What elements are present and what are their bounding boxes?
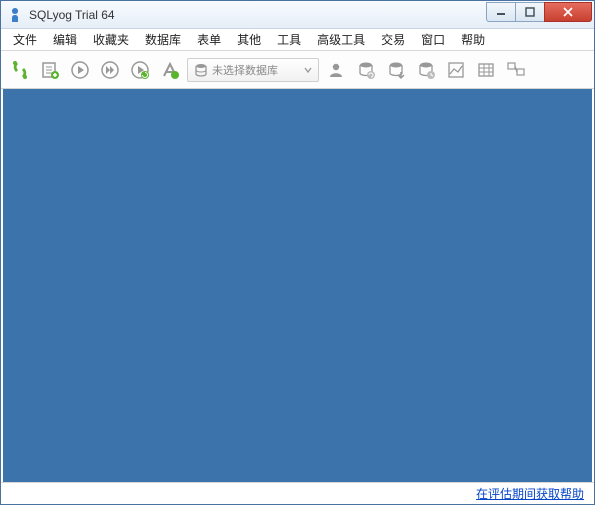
- minimize-button[interactable]: [486, 2, 516, 22]
- close-button[interactable]: [544, 2, 592, 22]
- menu-favorites[interactable]: 收藏夹: [85, 29, 137, 50]
- titlebar: SQLyog Trial 64: [1, 1, 594, 29]
- trial-help-link[interactable]: 在评估期间获取帮助: [476, 485, 584, 502]
- menu-window[interactable]: 窗口: [413, 29, 453, 50]
- execute-all-button[interactable]: [97, 57, 123, 83]
- menu-edit[interactable]: 编辑: [45, 29, 85, 50]
- chevron-down-icon: [304, 66, 312, 74]
- menubar: 文件 编辑 收藏夹 数据库 表单 其他 工具 高级工具 交易 窗口 帮助: [1, 29, 594, 51]
- execute-button[interactable]: [67, 57, 93, 83]
- table-data-button[interactable]: [473, 57, 499, 83]
- database-selector-text: 未选择数据库: [212, 62, 278, 78]
- menu-file[interactable]: 文件: [5, 29, 45, 50]
- menu-other[interactable]: 其他: [229, 29, 269, 50]
- app-icon: [7, 7, 23, 23]
- new-connection-button[interactable]: [7, 57, 33, 83]
- db-schedule-button[interactable]: [413, 57, 439, 83]
- query-builder-button[interactable]: [503, 57, 529, 83]
- database-selector[interactable]: 未选择数据库: [187, 58, 319, 82]
- statusbar: 在评估期间获取帮助: [1, 482, 594, 504]
- maximize-button[interactable]: [515, 2, 545, 22]
- toolbar: 未选择数据库: [1, 51, 594, 89]
- format-button[interactable]: [157, 57, 183, 83]
- menu-tools[interactable]: 工具: [269, 29, 309, 50]
- menu-table[interactable]: 表单: [189, 29, 229, 50]
- menu-powertools[interactable]: 高级工具: [309, 29, 373, 50]
- app-title: SQLyog Trial 64: [29, 8, 487, 22]
- db-import-button[interactable]: [383, 57, 409, 83]
- window-controls: [487, 2, 592, 22]
- menu-database[interactable]: 数据库: [137, 29, 189, 50]
- user-manager-button[interactable]: [323, 57, 349, 83]
- menu-help[interactable]: 帮助: [453, 29, 493, 50]
- new-query-button[interactable]: [37, 57, 63, 83]
- database-icon: [194, 63, 208, 77]
- app-window: SQLyog Trial 64 文件 编辑 收藏夹 数据库 表单 其他 工具 高…: [0, 0, 595, 505]
- db-sync-button[interactable]: [353, 57, 379, 83]
- execute-refresh-button[interactable]: [127, 57, 153, 83]
- content-area: [3, 89, 592, 482]
- menu-trade[interactable]: 交易: [373, 29, 413, 50]
- schema-designer-button[interactable]: [443, 57, 469, 83]
